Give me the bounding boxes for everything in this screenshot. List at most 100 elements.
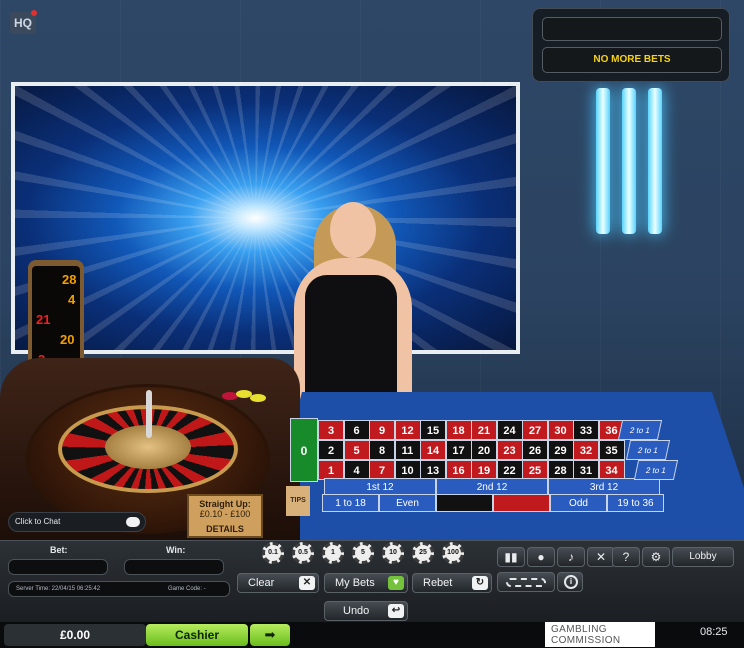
number-cell[interactable]: 15	[420, 420, 446, 440]
number-cell[interactable]: 3	[318, 420, 344, 440]
help-icon[interactable]: ?	[612, 547, 640, 567]
number-cell[interactable]: 27	[522, 420, 548, 440]
number-cell[interactable]: 16	[445, 460, 472, 480]
number-cell[interactable]: 26	[522, 440, 548, 460]
number-cell[interactable]: 8	[369, 440, 395, 460]
close-icon: ✕	[299, 576, 315, 590]
chip-0-1[interactable]: 0.1	[262, 542, 284, 564]
cashier-button[interactable]: Cashier	[146, 624, 248, 646]
number-cell[interactable]: 33	[573, 420, 599, 440]
heart-icon: ♥	[388, 576, 404, 590]
sound-icon[interactable]: ♪	[557, 547, 585, 567]
number-cell[interactable]: 32	[573, 440, 599, 460]
clock: 08:25	[700, 626, 728, 638]
cashier-arrow-icon[interactable]: ➡	[250, 624, 290, 646]
statistics-icon[interactable]: ▮▮	[497, 547, 525, 567]
number-cell[interactable]: 17	[445, 440, 472, 460]
studio-backdrop-screen	[11, 82, 520, 354]
number-cell[interactable]: 22	[496, 460, 523, 480]
number-cell[interactable]: 35	[598, 440, 625, 460]
number-cell[interactable]: 18	[445, 420, 472, 440]
outside-bet[interactable]	[493, 494, 550, 512]
bottom-bar: £0.00 Cashier ➡ GAMBLING COMMISSION 08:2…	[0, 622, 744, 648]
lobby-button[interactable]: Lobby	[672, 547, 734, 567]
chip-10[interactable]: 10	[382, 542, 404, 564]
light-tube	[648, 88, 662, 234]
chip-100[interactable]: 100	[442, 542, 464, 564]
column-bet[interactable]: 2 to 1	[617, 420, 663, 440]
number-cell[interactable]: 7	[369, 460, 395, 480]
number-cell[interactable]: 5	[343, 440, 370, 460]
number-zero[interactable]: 0	[290, 418, 318, 482]
clear-button[interactable]: Clear ✕	[237, 573, 319, 593]
chip-stack-item	[250, 394, 266, 402]
number-cell[interactable]: 10	[394, 460, 421, 480]
number-cell[interactable]: 11	[394, 440, 421, 460]
number-cell[interactable]: 6	[343, 420, 370, 440]
number-cell[interactable]: 30	[547, 420, 574, 440]
number-cell[interactable]: 20	[471, 440, 497, 460]
server-time: Server Time: 22/04/15 06:25:42	[16, 586, 101, 592]
history-result: 4	[68, 292, 76, 307]
chat-label: Click to Chat	[15, 517, 61, 526]
chat-toggle-icon[interactable]	[126, 517, 140, 527]
column-bet[interactable]: 2 to 1	[625, 440, 671, 460]
column-bet[interactable]: 2 to 1	[633, 460, 679, 480]
win-label: Win:	[166, 545, 186, 555]
balance-display: £0.00	[4, 624, 146, 646]
number-cell[interactable]: 29	[547, 440, 574, 460]
dealer-face	[330, 202, 376, 258]
gc-line2: COMMISSION	[551, 635, 621, 646]
number-cell[interactable]: 28	[547, 460, 574, 480]
number-cell[interactable]: 25	[522, 460, 548, 480]
chip-25[interactable]: 25	[412, 542, 434, 564]
limits-range: £0.10 - £100	[199, 509, 251, 519]
number-cell[interactable]: 24	[496, 420, 523, 440]
history-result: 20	[60, 332, 75, 347]
racetrack-button[interactable]	[497, 572, 555, 592]
outside-bet[interactable]: 1 to 18	[322, 494, 379, 512]
wheel-spindle	[146, 390, 152, 438]
rebet-label: Rebet	[423, 577, 453, 589]
undo-button[interactable]: Undo ↩	[324, 601, 408, 621]
number-cell[interactable]: 13	[420, 460, 446, 480]
outside-bet[interactable]: 19 to 36	[607, 494, 664, 512]
dealer-chip-stack	[222, 386, 272, 406]
undo-label: Undo	[343, 605, 370, 617]
my-bets-button[interactable]: My Bets ♥	[324, 573, 408, 593]
chat-bubble-icon[interactable]: ●	[527, 547, 555, 567]
outside-bet[interactable]: Even	[379, 494, 436, 512]
chip-5[interactable]: 5	[352, 542, 374, 564]
racetrack-icon	[506, 578, 546, 587]
limits-title: Straight Up:	[199, 499, 251, 509]
rebet-button[interactable]: Rebet ↻	[412, 573, 492, 593]
rebet-arrow-icon: ↻	[472, 576, 488, 590]
limits-details-link[interactable]: DETAILS	[189, 524, 261, 534]
number-cell[interactable]: 12	[394, 420, 421, 440]
number-cell[interactable]: 31	[573, 460, 599, 480]
chip-0-5[interactable]: 0.5	[292, 542, 314, 564]
settings-gear-icon[interactable]: ⚙	[642, 547, 670, 567]
number-cell[interactable]: 23	[496, 440, 523, 460]
number-cell[interactable]: 2	[318, 440, 344, 460]
number-cell[interactable]: 19	[471, 460, 497, 480]
chip-1[interactable]: 1	[322, 542, 344, 564]
neon-light-tubes	[596, 88, 666, 238]
win-amount-field	[124, 559, 224, 575]
clear-label: Clear	[248, 577, 275, 589]
dealer-dress	[305, 275, 397, 405]
number-cell[interactable]: 21	[471, 420, 497, 440]
light-tube	[596, 88, 610, 234]
gc-line1: GAMBLING	[551, 624, 607, 635]
chat-bar[interactable]: Click to Chat	[8, 512, 146, 532]
light-tube	[622, 88, 636, 234]
outside-bet[interactable]	[436, 494, 493, 512]
number-cell[interactable]: 4	[343, 460, 370, 480]
number-cell[interactable]: 14	[420, 440, 446, 460]
number-cell[interactable]: 9	[369, 420, 395, 440]
number-cell[interactable]: 1	[318, 460, 344, 480]
fullscreen-icon[interactable]: ✕	[587, 547, 615, 567]
outside-bet[interactable]: Odd	[550, 494, 607, 512]
info-button[interactable]: i	[557, 572, 583, 592]
number-cell[interactable]: 34	[598, 460, 625, 480]
